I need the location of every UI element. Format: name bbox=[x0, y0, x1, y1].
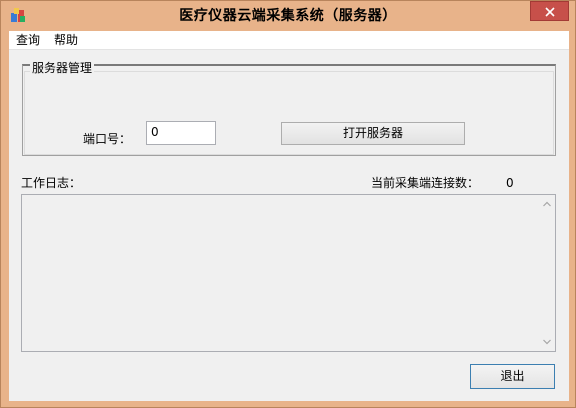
group-legend: 服务器管理 bbox=[30, 61, 95, 75]
connection-count-value: 0 bbox=[506, 176, 514, 190]
exit-button[interactable]: 退出 bbox=[470, 364, 555, 389]
app-icon[interactable] bbox=[9, 6, 27, 24]
app-window: 医疗仪器云端采集系统（服务器） 查询 帮助 服务器管理 端口号： 0 打开服务器… bbox=[0, 0, 576, 408]
port-input[interactable]: 0 bbox=[146, 121, 216, 145]
open-server-button[interactable]: 打开服务器 bbox=[281, 122, 465, 145]
menu-query[interactable]: 查询 bbox=[16, 31, 40, 50]
port-label: 端口号： bbox=[83, 132, 132, 146]
title-bar[interactable]: 医疗仪器云端采集系统（服务器） bbox=[1, 1, 575, 30]
window-title: 医疗仪器云端采集系统（服务器） bbox=[179, 8, 397, 24]
log-label: 工作日志： bbox=[21, 176, 82, 190]
client-area: 查询 帮助 服务器管理 端口号： 0 打开服务器 工作日志： 当前采集端连接数：… bbox=[9, 31, 569, 401]
menu-help[interactable]: 帮助 bbox=[54, 31, 78, 50]
chevron-down-icon[interactable] bbox=[543, 339, 551, 345]
close-button[interactable] bbox=[530, 1, 569, 21]
chevron-up-icon[interactable] bbox=[543, 201, 551, 207]
connection-count-label: 当前采集端连接数： bbox=[371, 176, 480, 190]
log-scrollbar[interactable] bbox=[539, 195, 555, 351]
menu-bar: 查询 帮助 bbox=[9, 31, 569, 50]
log-textarea[interactable] bbox=[21, 194, 556, 352]
close-icon bbox=[545, 7, 555, 17]
